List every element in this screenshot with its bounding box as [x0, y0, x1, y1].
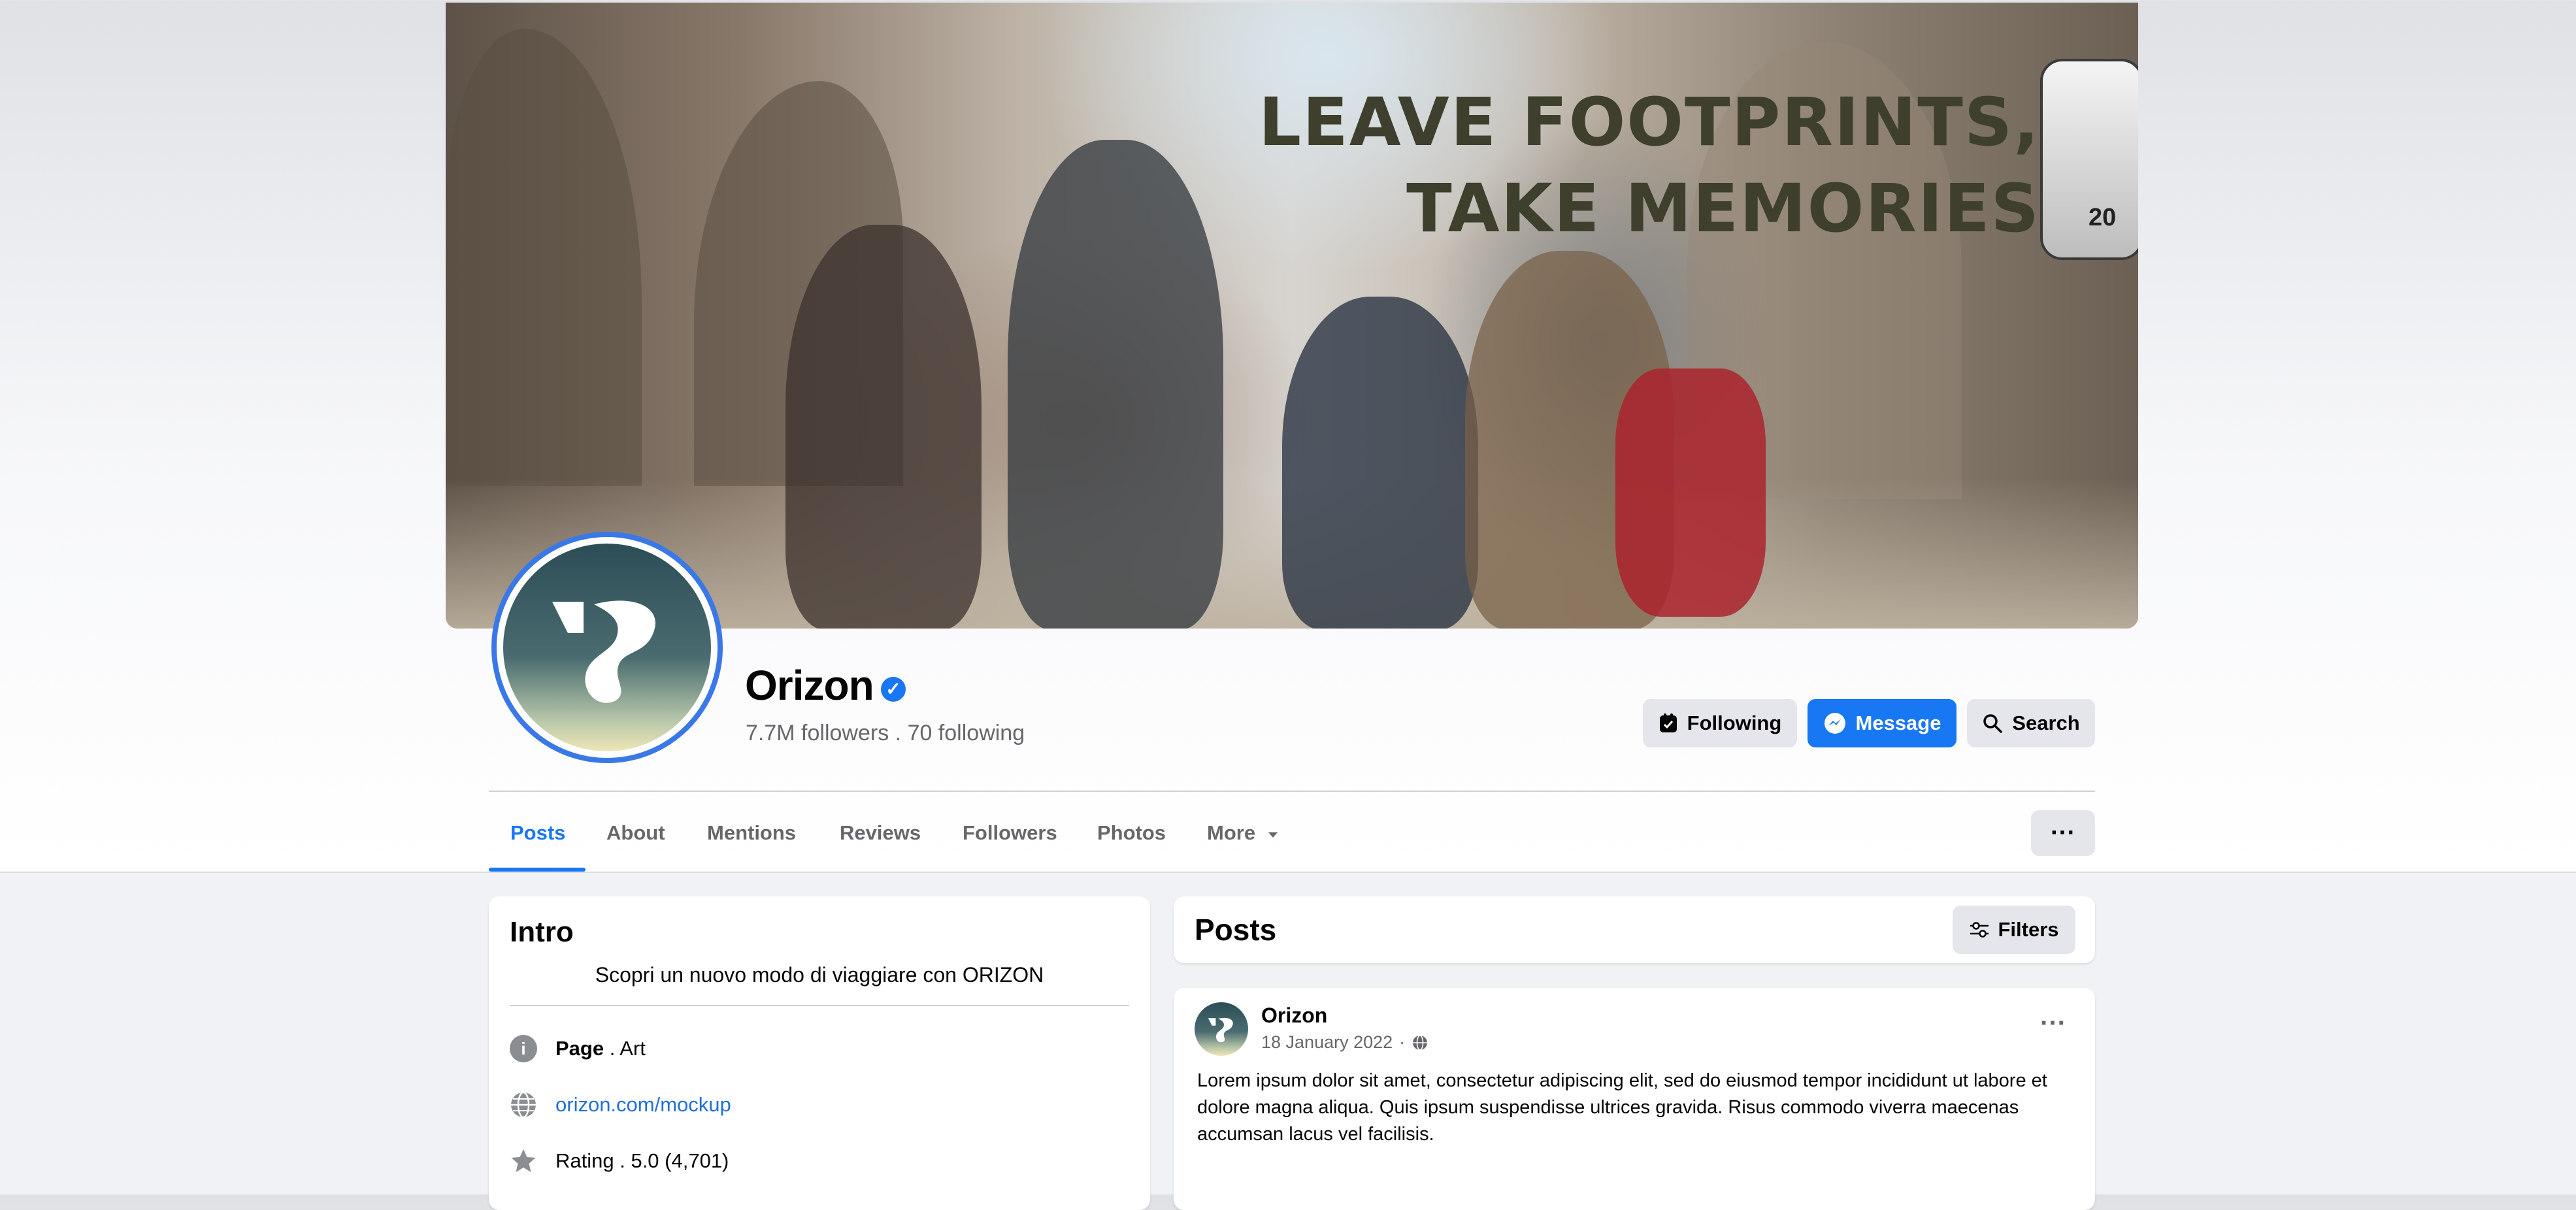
cover-headline-line1: LEAVE FOOTPRINTS,: [1259, 84, 2040, 161]
gondola-image: 20: [2040, 59, 2138, 260]
tab-more-label: More: [1207, 821, 1256, 844]
intro-divider: [510, 1005, 1129, 1006]
post-card: Orizon 18 January 2022 · ··· Lorem ipsum…: [1174, 988, 2095, 1210]
following-label: Following: [1687, 711, 1782, 734]
post-date[interactable]: 18 January 2022: [1261, 1032, 1393, 1053]
intro-website-row: orizon.com/mockup: [510, 1091, 731, 1119]
caret-down-icon: [1268, 832, 1278, 838]
cover-hiker: [785, 225, 982, 629]
intro-rating-row: Rating . 5.0 (4,701): [510, 1147, 729, 1175]
stats-separator: .: [895, 721, 902, 745]
orizon-logo-icon: [1208, 1017, 1233, 1043]
website-link[interactable]: orizon.com/mockup: [555, 1093, 731, 1117]
orizon-logo: [503, 544, 711, 751]
cover-headline: LEAVE FOOTPRINTS, TAKE MEMORIES: [1259, 80, 2040, 252]
search-button[interactable]: Search: [1967, 699, 2095, 747]
page-name: Orizon: [745, 662, 874, 709]
post-author-name[interactable]: Orizon: [1261, 1004, 1327, 1028]
tab-followers[interactable]: Followers: [963, 821, 1057, 845]
more-options-icon: ···: [2051, 819, 2075, 847]
cover-photo[interactable]: LEAVE FOOTPRINTS, TAKE MEMORIES 20: [446, 3, 2138, 629]
tab-photos[interactable]: Photos: [1097, 821, 1166, 845]
cover-hiker: [1282, 297, 1478, 629]
message-button[interactable]: Message: [1808, 699, 1957, 747]
public-globe-icon: [1413, 1034, 1428, 1051]
post-meta-separator: ·: [1399, 1032, 1406, 1052]
followers-count[interactable]: 7.7M followers: [746, 721, 889, 745]
search-label: Search: [2012, 711, 2080, 734]
intro-description: Scopri un nuovo modo di viaggiare con OR…: [595, 963, 1044, 987]
filters-icon: [1970, 922, 1989, 938]
following-button[interactable]: Following: [1643, 699, 1797, 747]
filters-label: Filters: [1998, 918, 2059, 941]
intro-card: Intro Scopri un nuovo modo di viaggiare …: [489, 896, 1150, 1210]
verified-badge-icon: ✓: [881, 677, 906, 702]
posts-title: Posts: [1195, 913, 1277, 947]
gondola-number: 20: [2089, 204, 2117, 231]
page-label: Page: [555, 1037, 604, 1060]
post-options-icon[interactable]: ···: [2040, 1009, 2066, 1038]
cover-rock: [446, 29, 642, 486]
more-options-button[interactable]: ···: [2031, 810, 2095, 856]
globe-icon: [511, 1091, 536, 1119]
following-icon: [1659, 713, 1677, 732]
cover-hiker: [1008, 140, 1223, 629]
tab-mentions[interactable]: Mentions: [707, 821, 796, 845]
star-icon: [511, 1149, 536, 1172]
rating-text[interactable]: Rating . 5.0 (4,701): [555, 1149, 729, 1173]
following-count[interactable]: 70 following: [908, 721, 1025, 745]
search-icon: [1983, 714, 2003, 733]
info-icon: i: [510, 1035, 537, 1062]
messenger-icon: [1824, 713, 1845, 734]
message-label: Message: [1855, 711, 1941, 734]
intro-category-row: i Page . Art: [510, 1035, 646, 1062]
cover-backpack: [1615, 368, 1766, 617]
tab-reviews[interactable]: Reviews: [840, 821, 921, 845]
posts-header-card: Posts Filters: [1174, 896, 2095, 963]
tab-more[interactable]: More: [1207, 821, 1280, 845]
post-meta: 18 January 2022 ·: [1261, 1032, 1428, 1053]
orizon-logo-icon: [552, 600, 655, 703]
intro-title: Intro: [510, 916, 574, 948]
intro-category: Page . Art: [555, 1037, 646, 1060]
header-divider: [489, 791, 2095, 792]
cover-headline-line2: TAKE MEMORIES: [1406, 170, 2040, 248]
profile-picture[interactable]: [491, 532, 723, 763]
filters-button[interactable]: Filters: [1953, 906, 2075, 954]
nav-bottom-border: [0, 872, 2576, 873]
tab-about[interactable]: About: [606, 821, 665, 845]
post-author-avatar[interactable]: [1195, 1002, 1248, 1056]
tab-posts[interactable]: Posts: [510, 821, 565, 845]
follow-stats: 7.7M followers . 70 following: [746, 721, 1025, 746]
post-body: Lorem ipsum dolor sit amet, consectetur …: [1197, 1070, 2047, 1145]
page-category: . Art: [609, 1037, 646, 1060]
